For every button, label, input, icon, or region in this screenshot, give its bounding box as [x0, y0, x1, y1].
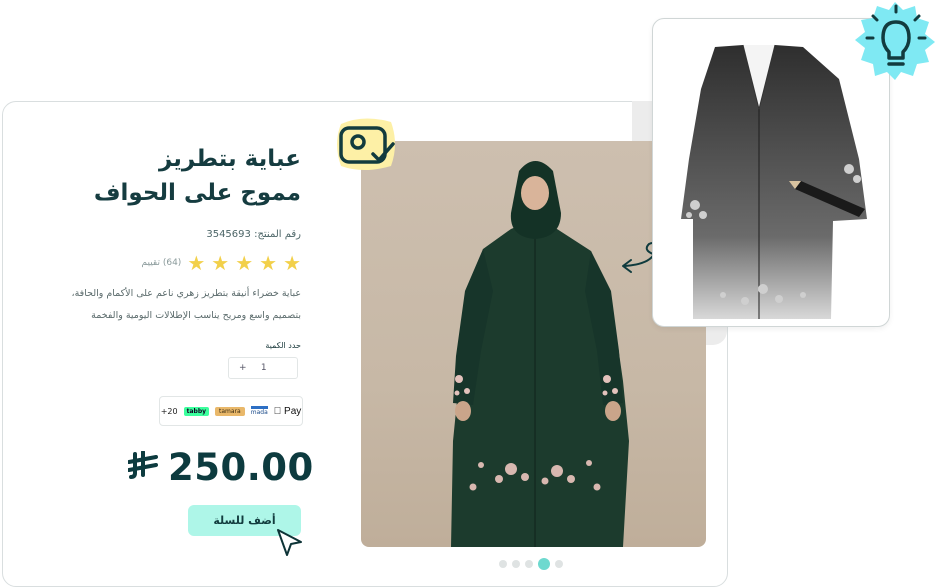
product-description: عباية خضراء أنيقة بتطريز زهري ناعم على ا… — [21, 283, 302, 327]
carousel-dot[interactable] — [555, 560, 563, 568]
product-title-line2: مموج على الحواف — [93, 180, 301, 206]
sku-label: رقم المنتج: — [254, 229, 301, 240]
apple-icon:  — [274, 406, 282, 417]
carousel-dot[interactable] — [512, 560, 520, 568]
price-amount: 250.00 — [168, 446, 314, 489]
mada-logo: mada — [250, 405, 268, 417]
more-payments: +20 — [160, 406, 178, 416]
quantity-value[interactable]: 1 — [261, 363, 267, 373]
riyal-icon — [127, 448, 158, 488]
description-line: بتصميم واسع ومريح يناسب الإطلالات اليومي… — [91, 310, 301, 321]
product-title: عباية بتطريز مموج على الحواف — [41, 142, 301, 210]
quantity-label: حدد الكمية — [265, 341, 301, 350]
carousel-dots — [499, 558, 563, 570]
apple-pay-logo:  Pay — [274, 406, 302, 417]
plus-button[interactable]: + — [239, 363, 247, 373]
tabby-logo: tabby — [183, 406, 210, 416]
carousel-dot[interactable] — [525, 560, 533, 568]
tamara-logo: tamara — [215, 406, 245, 416]
description-line: عباية خضراء أنيقة بتطريز زهري ناعم على ا… — [71, 288, 302, 299]
photo-badge — [333, 114, 399, 174]
product-title-line1: عباية بتطريز — [158, 146, 301, 172]
price: 250.00 — [127, 446, 314, 489]
apple-pay-label: Pay — [278, 405, 301, 417]
lightbulb-badge — [855, 0, 937, 82]
star-icon: ★ — [259, 251, 278, 275]
carousel-dot[interactable] — [499, 560, 507, 568]
lightbulb-icon — [855, 2, 935, 80]
payment-methods: +20 tabby tamara mada  Pay — [159, 396, 303, 426]
sku-value: 3545693 — [206, 229, 251, 240]
star-icon: ★ — [187, 251, 206, 275]
abaya-sketch-illustration — [681, 44, 867, 319]
quantity-stepper[interactable]: + 1 — [228, 357, 298, 379]
rating-count: (64) تقييم — [141, 258, 182, 268]
product-sku: رقم المنتج: 3545693 — [206, 229, 301, 240]
rating: ★ ★ ★ ★ ★ (64) تقييم — [135, 253, 301, 273]
star-icon: ★ — [211, 251, 230, 275]
carousel-dot[interactable] — [538, 558, 550, 570]
star-icon: ★ — [283, 251, 301, 275]
cursor-icon — [277, 529, 302, 556]
star-icon: ★ — [235, 251, 254, 275]
